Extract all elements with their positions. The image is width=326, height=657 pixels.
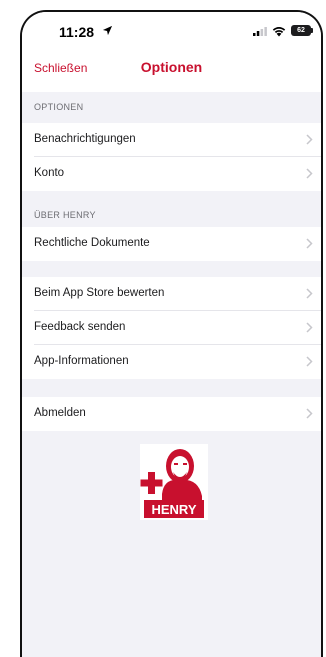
row-label: App-Informationen: [34, 355, 129, 367]
section-header-optionen: OPTIONEN: [34, 102, 84, 112]
row-feedback-senden[interactable]: Feedback senden: [22, 311, 321, 345]
henry-logo: HENRY: [140, 444, 208, 520]
wifi-icon: [272, 27, 286, 37]
row-konto[interactable]: Konto: [22, 157, 321, 191]
section-header-ueber-henry: ÜBER HENRY: [34, 210, 96, 220]
chevron-right-icon: [306, 408, 313, 419]
row-rechtliche-dokumente[interactable]: Rechtliche Dokumente: [22, 227, 321, 261]
row-label: Feedback senden: [34, 321, 126, 333]
row-app-informationen[interactable]: App-Informationen: [22, 345, 321, 379]
row-app-store-bewerten[interactable]: Beim App Store bewerten: [22, 277, 321, 311]
location-arrow-icon: [102, 25, 113, 36]
row-label: Abmelden: [34, 407, 86, 419]
status-time: 11:28: [59, 24, 95, 40]
row-label: Benachrichtigungen: [34, 133, 136, 145]
chevron-right-icon: [306, 168, 313, 179]
chevron-right-icon: [306, 356, 313, 367]
row-label: Rechtliche Dokumente: [34, 237, 150, 249]
chevron-right-icon: [306, 288, 313, 299]
row-benachrichtigungen[interactable]: Benachrichtigungen: [22, 123, 321, 157]
status-bar: 11:28 62: [22, 12, 321, 48]
chevron-right-icon: [306, 238, 313, 249]
options-screen: 11:28 62 Schließen Optionen OPTIONEN Ben…: [20, 10, 323, 657]
device-frame: 11:28 62 Schließen Optionen OPTIONEN Ben…: [0, 0, 326, 657]
chevron-right-icon: [306, 134, 313, 145]
logo-text: HENRY: [151, 502, 196, 517]
row-label: Beim App Store bewerten: [34, 287, 165, 299]
chevron-right-icon: [306, 322, 313, 333]
row-label: Konto: [34, 167, 65, 179]
navigation-bar: Schließen Optionen: [22, 56, 321, 84]
row-abmelden[interactable]: Abmelden: [22, 397, 321, 431]
signal-icon: [253, 27, 267, 36]
battery-icon: 62: [291, 25, 313, 36]
page-title: Optionen: [140, 59, 203, 75]
